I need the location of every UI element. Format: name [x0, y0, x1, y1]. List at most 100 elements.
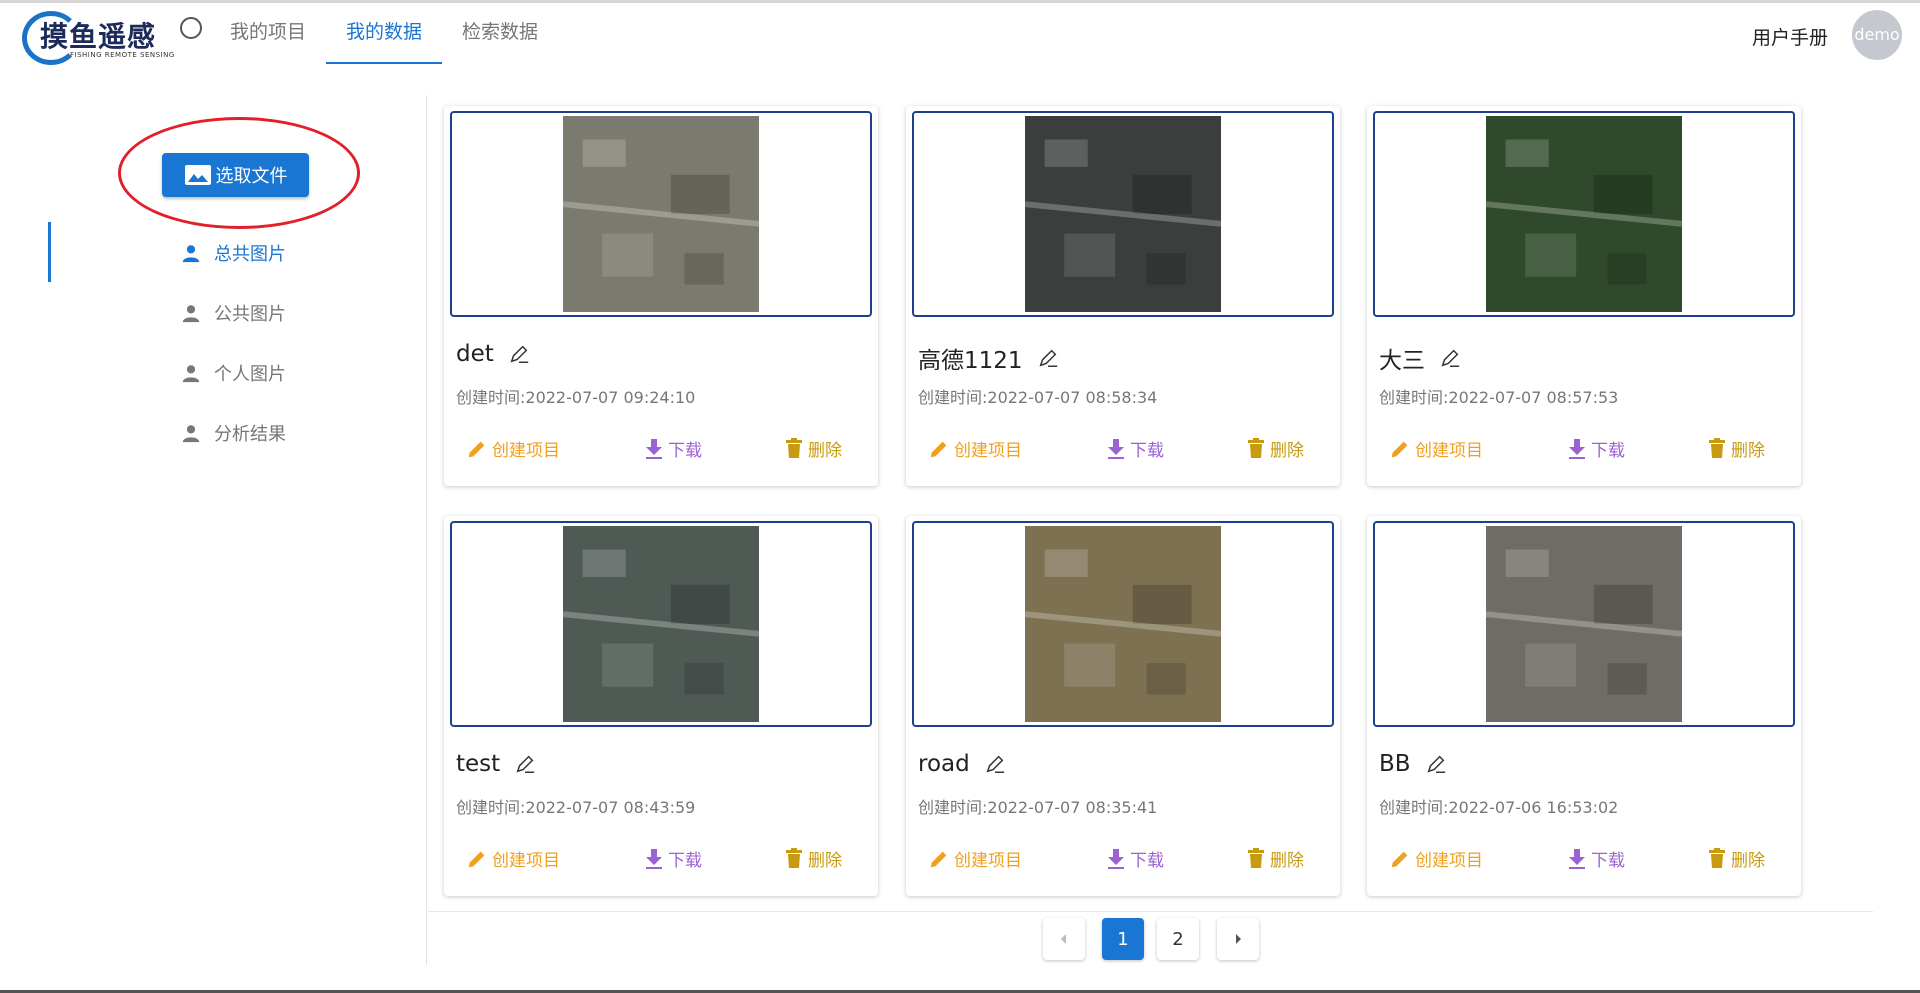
create-project-label: 创建项目	[492, 441, 560, 461]
sidebar-item-all-images[interactable]: 总共图片	[180, 233, 286, 273]
delete-button[interactable]: 删除	[1246, 436, 1304, 461]
download-label: 下载	[668, 851, 702, 871]
pencil-icon	[930, 441, 947, 457]
download-icon	[1569, 438, 1585, 459]
pencil-edit-icon[interactable]	[508, 343, 530, 365]
sidebar-item-personal-images[interactable]: 个人图片	[180, 353, 286, 393]
chevron-left-icon	[1061, 934, 1066, 944]
create-project-label: 创建项目	[954, 441, 1022, 461]
image-frame[interactable]	[1373, 111, 1795, 317]
header: 摸鱼遥感 FISHING REMOTE SENSING 我的项目 我的数据 检索…	[0, 3, 1920, 65]
download-label: 下载	[1130, 851, 1164, 871]
pencil-icon	[930, 851, 947, 867]
satellite-thumbnail	[1486, 526, 1682, 722]
image-card[interactable]: 大三 创建时间:2022-07-07 08:57:53 创建项目 下载 删除	[1367, 106, 1801, 486]
person-icon	[182, 245, 200, 263]
sidebar-item-label: 个人图片	[214, 364, 286, 385]
image-card[interactable]: test 创建时间:2022-07-07 08:43:59 创建项目 下载 删除	[444, 516, 878, 896]
logo-subtitle: FISHING REMOTE SENSING	[70, 51, 175, 59]
trash-icon	[1248, 437, 1264, 458]
create-project-button[interactable]: 创建项目	[928, 436, 1022, 461]
page-1-button[interactable]: 1	[1102, 918, 1144, 960]
delete-button[interactable]: 删除	[1246, 846, 1304, 871]
create-project-label: 创建项目	[492, 851, 560, 871]
delete-button[interactable]: 删除	[1707, 846, 1765, 871]
delete-button[interactable]: 删除	[784, 436, 842, 461]
next-page-button[interactable]	[1217, 918, 1259, 960]
card-actions: 创建项目 下载 删除	[1367, 846, 1801, 876]
card-title: test	[456, 751, 536, 777]
image-frame[interactable]	[450, 521, 872, 727]
download-button[interactable]: 下载	[1106, 436, 1164, 461]
pencil-edit-icon[interactable]	[514, 753, 536, 775]
card-title: det	[456, 341, 530, 367]
sidebar-active-indicator	[48, 222, 51, 282]
image-card[interactable]: det 创建时间:2022-07-07 09:24:10 创建项目 下载 删除	[444, 106, 878, 486]
prev-page-button[interactable]	[1043, 918, 1085, 960]
tab-search-data[interactable]: 检索数据	[442, 3, 558, 62]
card-created-time: 创建时间:2022-07-07 08:58:34	[918, 388, 1158, 407]
pencil-icon	[1391, 851, 1408, 867]
person-icon	[182, 425, 200, 443]
download-button[interactable]: 下载	[1567, 436, 1625, 461]
download-button[interactable]: 下载	[1567, 846, 1625, 871]
select-file-button[interactable]: 选取文件	[162, 153, 309, 197]
download-icon	[1108, 848, 1124, 869]
create-project-button[interactable]: 创建项目	[466, 436, 560, 461]
card-created-time: 创建时间:2022-07-06 16:53:02	[1379, 798, 1619, 817]
download-label: 下载	[1130, 441, 1164, 461]
pencil-icon	[468, 441, 485, 457]
delete-button[interactable]: 删除	[1707, 436, 1765, 461]
download-button[interactable]: 下载	[644, 846, 702, 871]
create-project-button[interactable]: 创建项目	[1389, 436, 1483, 461]
download-label: 下载	[1591, 441, 1625, 461]
card-title-text: 高德1121	[918, 348, 1023, 374]
download-icon	[1569, 848, 1585, 869]
create-project-label: 创建项目	[954, 851, 1022, 871]
create-project-button[interactable]: 创建项目	[928, 846, 1022, 871]
pencil-icon	[1391, 441, 1408, 457]
satellite-thumbnail	[1025, 526, 1221, 722]
pagination-divider	[428, 911, 1873, 912]
image-card[interactable]: BB 创建时间:2022-07-06 16:53:02 创建项目 下载 删除	[1367, 516, 1801, 896]
sidebar-item-label: 总共图片	[214, 244, 286, 265]
download-button[interactable]: 下载	[644, 436, 702, 461]
card-title: 高德1121	[918, 341, 1059, 375]
download-label: 下载	[668, 441, 702, 461]
page-2-button[interactable]: 2	[1157, 918, 1199, 960]
pencil-edit-icon[interactable]	[1425, 753, 1447, 775]
pencil-icon	[468, 851, 485, 867]
fish-icon	[180, 17, 202, 39]
tab-my-projects[interactable]: 我的项目	[210, 3, 326, 62]
image-frame[interactable]	[450, 111, 872, 317]
card-actions: 创建项目 下载 删除	[906, 846, 1340, 876]
download-button[interactable]: 下载	[1106, 846, 1164, 871]
sidebar-item-analysis-results[interactable]: 分析结果	[180, 413, 286, 453]
create-project-button[interactable]: 创建项目	[1389, 846, 1483, 871]
image-frame[interactable]	[912, 111, 1334, 317]
image-frame[interactable]	[912, 521, 1334, 727]
card-created-time: 创建时间:2022-07-07 08:43:59	[456, 798, 696, 817]
pencil-edit-icon[interactable]	[984, 753, 1006, 775]
trash-icon	[1709, 847, 1725, 868]
logo[interactable]: 摸鱼遥感 FISHING REMOTE SENSING	[22, 7, 202, 65]
image-card[interactable]: road 创建时间:2022-07-07 08:35:41 创建项目 下载 删除	[906, 516, 1340, 896]
sidebar-divider	[426, 95, 427, 965]
card-actions: 创建项目 下载 删除	[1367, 436, 1801, 466]
image-card[interactable]: 高德1121 创建时间:2022-07-07 08:58:34 创建项目 下载 …	[906, 106, 1340, 486]
user-manual-link[interactable]: 用户手册	[1752, 23, 1828, 50]
delete-button[interactable]: 删除	[784, 846, 842, 871]
card-created-time: 创建时间:2022-07-07 09:24:10	[456, 388, 696, 407]
delete-label: 删除	[1270, 441, 1304, 461]
sidebar-item-public-images[interactable]: 公共图片	[180, 293, 286, 333]
chevron-right-icon	[1236, 934, 1241, 944]
tab-my-data[interactable]: 我的数据	[326, 3, 443, 64]
card-actions: 创建项目 下载 删除	[444, 846, 878, 876]
pencil-edit-icon[interactable]	[1037, 347, 1059, 369]
create-project-label: 创建项目	[1415, 851, 1483, 871]
pencil-edit-icon[interactable]	[1439, 347, 1461, 369]
create-project-button[interactable]: 创建项目	[466, 846, 560, 871]
card-actions: 创建项目 下载 删除	[444, 436, 878, 466]
image-frame[interactable]	[1373, 521, 1795, 727]
avatar[interactable]: demo	[1852, 10, 1902, 60]
